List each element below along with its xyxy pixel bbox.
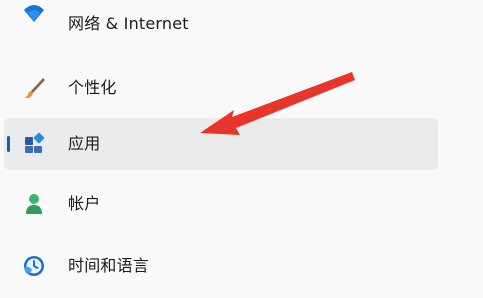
nav-item-label: 应用 [68,134,101,153]
nav-item-personalization[interactable]: 个性化 [4,62,438,114]
person-icon [22,192,46,216]
nav-item-label: 时间和语言 [68,256,150,275]
brush-icon [22,76,46,100]
nav-item-label: 个性化 [68,78,117,97]
nav-item-network[interactable]: 网络 & Internet [4,0,438,52]
nav-item-label: 帐户 [68,194,101,213]
wifi-icon [22,0,46,24]
apps-icon [22,132,46,156]
settings-navigation: 网络 & Internet 个性化 应用 帐户 时间和语言 [0,0,483,298]
globe-clock-icon [22,254,46,278]
nav-item-apps[interactable]: 应用 [4,118,438,170]
selection-indicator [7,136,10,152]
nav-item-label: 网络 & Internet [68,14,189,33]
nav-item-accounts[interactable]: 帐户 [4,178,438,230]
nav-item-time-language[interactable]: 时间和语言 [4,240,438,292]
